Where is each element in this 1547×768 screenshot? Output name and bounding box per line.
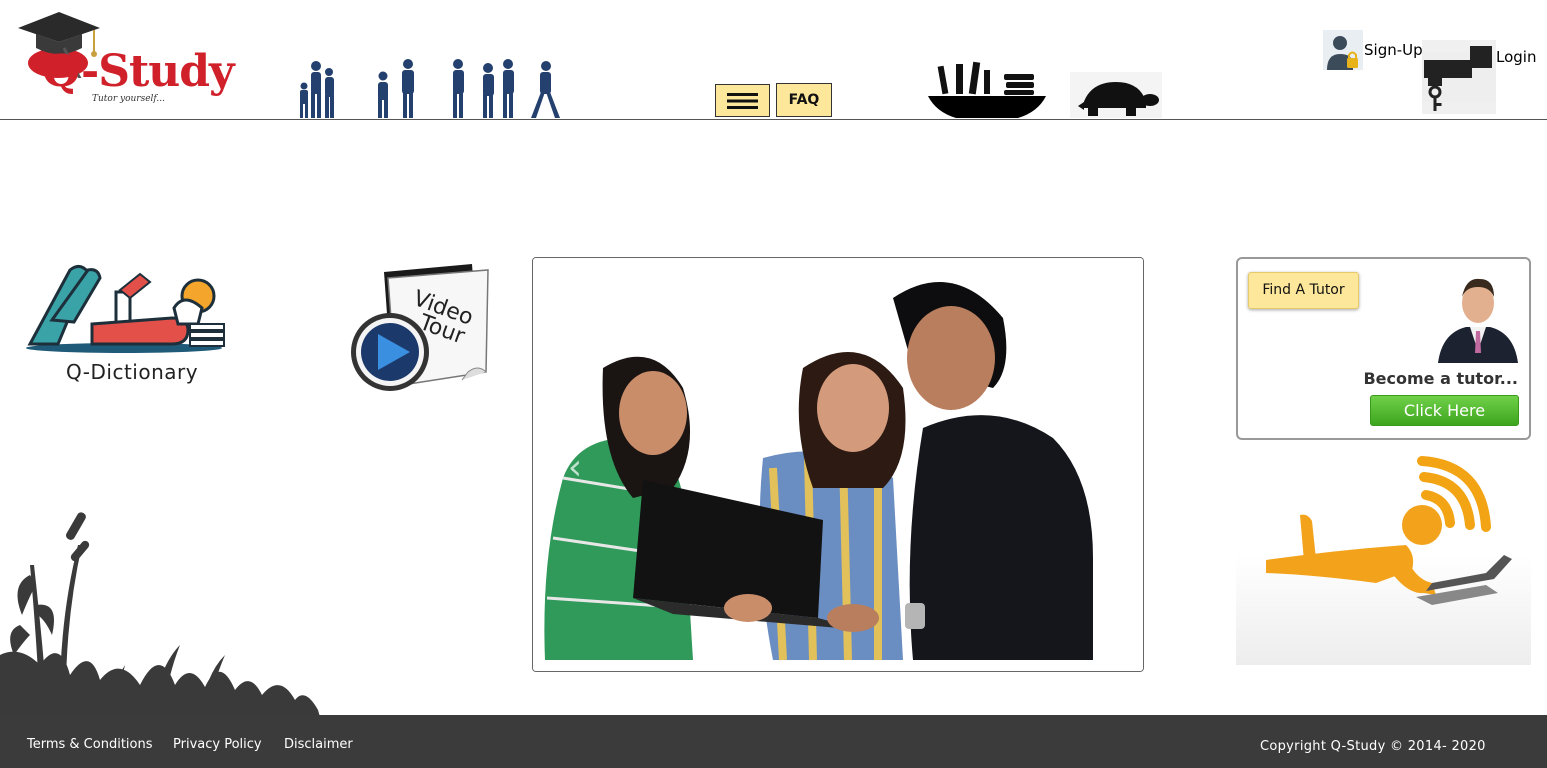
faq-button[interactable]: FAQ — [776, 83, 832, 117]
logo-text: Q-Study — [42, 46, 235, 97]
image-slider[interactable]: ‹ › — [532, 257, 1144, 672]
play-icon — [351, 313, 429, 391]
login-link[interactable]: Login — [1422, 40, 1536, 114]
slider-next-arrow[interactable]: › — [1081, 448, 1105, 488]
menu-button[interactable] — [715, 84, 770, 117]
disclaimer-link[interactable]: Disclaimer — [284, 737, 353, 752]
q-dictionary-label: Q-Dictionary — [66, 360, 199, 384]
signup-link[interactable]: Sign-Up — [1323, 30, 1423, 70]
video-tour-link[interactable]: Video Tour — [350, 260, 495, 395]
terms-and-conditions-link[interactable]: Terms & Conditions — [27, 737, 153, 752]
q-study-logo[interactable]: Q-Study Tutor yourself... — [14, 8, 249, 108]
click-here-button[interactable]: Click Here — [1370, 395, 1519, 426]
privacy-policy-link[interactable]: Privacy Policy — [173, 737, 262, 752]
site-footer: Terms & Conditions Privacy Policy Discla… — [0, 715, 1547, 768]
chevron-right-icon: › — [1085, 447, 1101, 488]
hamburger-menu-icon — [727, 93, 758, 109]
people-silhouettes-image — [300, 59, 560, 118]
tutor-portrait-photo — [1438, 278, 1518, 363]
chevron-left-icon: ‹ — [567, 447, 583, 488]
slider-prev-arrow[interactable]: ‹ — [563, 448, 587, 488]
bowl-of-books-icon[interactable] — [926, 60, 1048, 118]
q-dictionary-link[interactable]: Q-Dictionary — [22, 262, 232, 392]
login-label: Login — [1496, 48, 1537, 66]
person-with-laptop-wifi-image — [1236, 456, 1531, 665]
key-icon — [1422, 40, 1496, 114]
signup-label: Sign-Up — [1364, 41, 1423, 59]
reading-person-icon — [26, 265, 225, 353]
user-lock-icon — [1323, 30, 1363, 70]
turtle-icon[interactable] — [1070, 72, 1162, 118]
video-tour-graphic: Video Tour — [351, 264, 489, 391]
find-a-tutor-button[interactable]: Find A Tutor — [1248, 272, 1359, 309]
tutor-panel: Find A Tutor Become a tutor... Click Her… — [1236, 257, 1531, 440]
become-a-tutor-text: Become a tutor... — [1363, 369, 1518, 388]
site-header: Q-Study Tutor yourself... FAQ Sign-Up Lo… — [0, 0, 1547, 120]
grass-silhouette-decoration — [0, 512, 320, 717]
students-with-laptop-photo — [533, 258, 1143, 671]
logo-tagline: Tutor yourself... — [92, 94, 166, 104]
copyright-text: Copyright Q-Study © 2014- 2020 — [1260, 739, 1486, 754]
